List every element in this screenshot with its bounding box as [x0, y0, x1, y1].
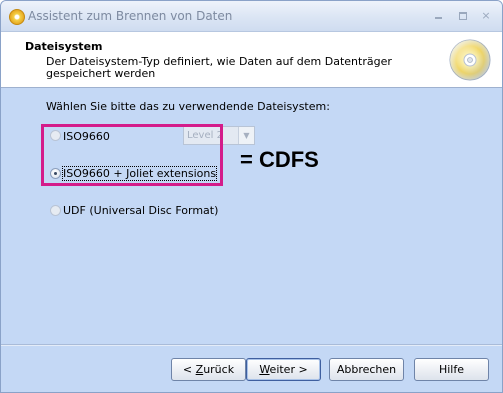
cancel-button[interactable]: Abbrechen	[329, 358, 404, 381]
title-bar[interactable]: Assistent zum Brennen von Daten ×	[1, 1, 502, 32]
filesystem-prompt: Wählen Sie bitte das zu verwendende Date…	[46, 100, 330, 113]
burn-app-icon	[9, 9, 25, 25]
cdfs-annotation: = CDFS	[240, 147, 319, 172]
back-button[interactable]: < Zurück	[171, 358, 246, 381]
option-udf-label[interactable]: UDF (Universal Disc Format)	[63, 204, 218, 217]
burn-wizard-window: Assistent zum Brennen von Daten × Dateis…	[0, 0, 503, 393]
page-title: Dateisystem	[25, 40, 103, 53]
help-button[interactable]: Hilfe	[414, 358, 489, 381]
minimize-button[interactable]	[433, 10, 445, 22]
chevron-down-icon: ▼	[238, 127, 254, 144]
maximize-icon	[459, 12, 467, 20]
cd-disc-icon	[449, 39, 491, 81]
radio-udf[interactable]	[50, 205, 61, 216]
window-title: Assistent zum Brennen von Daten	[28, 9, 233, 23]
footer-separator	[1, 344, 502, 346]
close-button[interactable]: ×	[480, 10, 492, 22]
next-button[interactable]: Weiter >	[246, 358, 321, 381]
page-description: Der Dateisystem-Typ definiert, wie Daten…	[46, 55, 392, 80]
maximize-button[interactable]	[457, 10, 469, 22]
annotation-highlight-box	[41, 124, 223, 186]
close-icon: ×	[481, 9, 491, 22]
wizard-header: Dateisystem Der Dateisystem-Typ definier…	[1, 32, 502, 88]
minimize-icon	[435, 17, 442, 19]
